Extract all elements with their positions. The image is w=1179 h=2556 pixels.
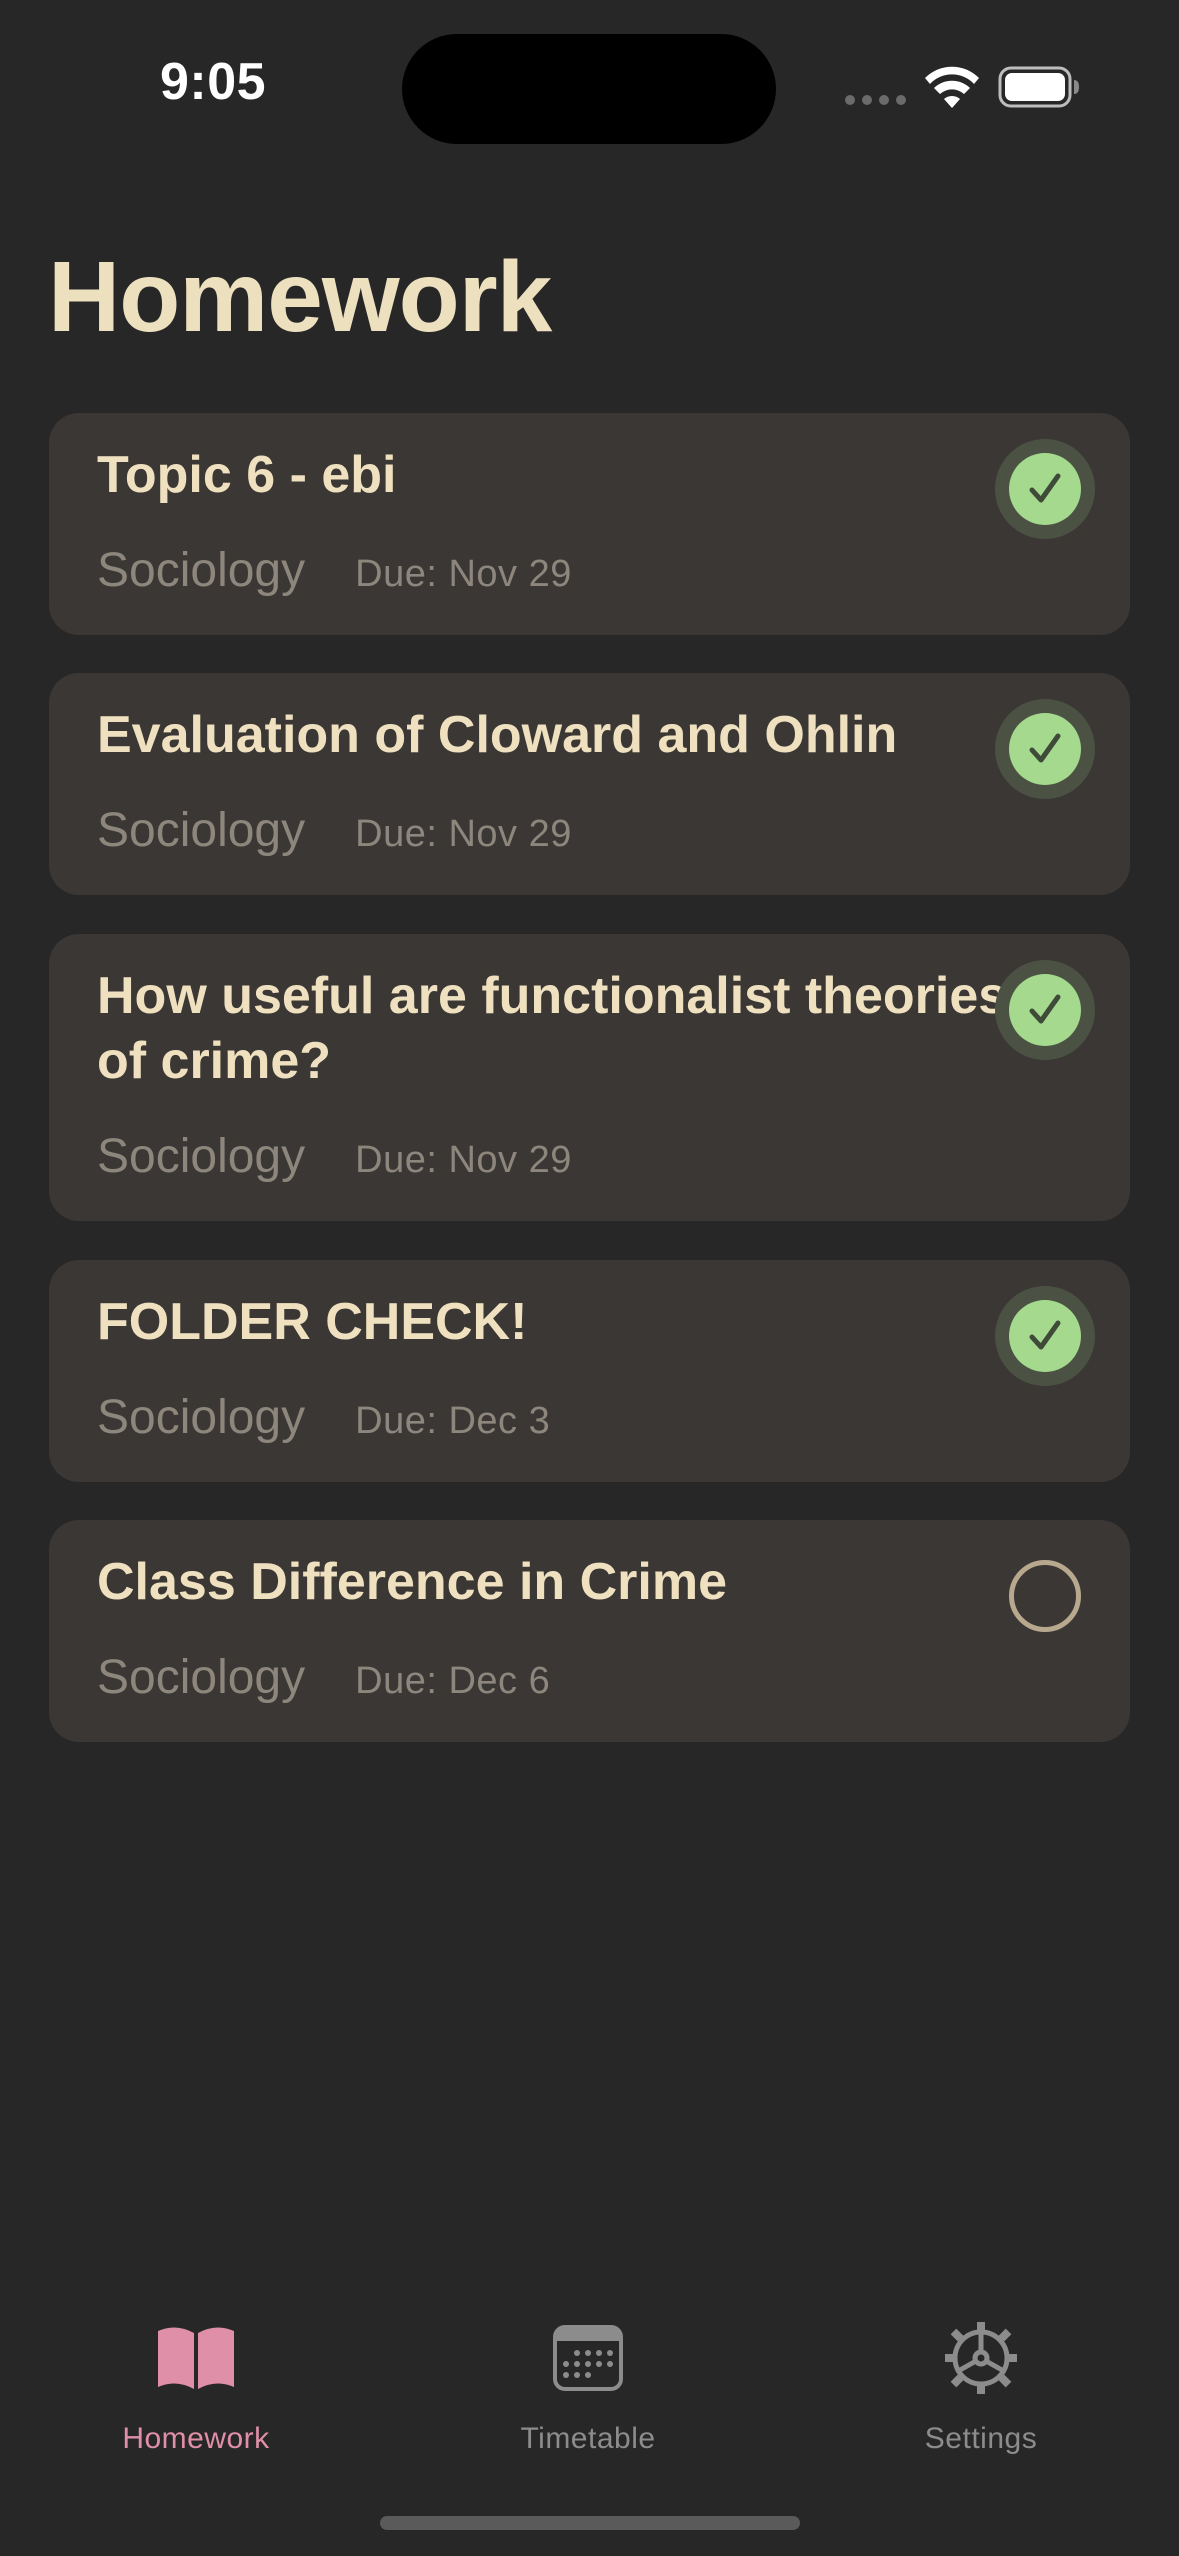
- checkmark-icon: [1009, 453, 1081, 525]
- home-indicator[interactable]: [380, 2516, 800, 2530]
- homework-title: FOLDER CHECK!: [97, 1293, 528, 1351]
- cellular-signal-icon: [845, 95, 906, 105]
- homework-subject: Sociology: [97, 544, 306, 597]
- homework-due-date: Due: Dec 6: [355, 1660, 551, 1702]
- book-icon: [153, 2320, 239, 2396]
- homework-meta: Sociology Due: Nov 29: [97, 1129, 572, 1184]
- tab-label: Settings: [924, 2422, 1038, 2455]
- completion-toggle[interactable]: [995, 699, 1095, 799]
- homework-due-date: Due: Nov 29: [355, 553, 572, 595]
- homework-card[interactable]: Topic 6 - ebi Sociology Due: Nov 29: [49, 413, 1130, 635]
- homework-subject: Sociology: [97, 1130, 306, 1183]
- checkmark-icon: [1009, 713, 1081, 785]
- homework-title: How useful are functionalist theories of…: [97, 967, 1008, 1090]
- homework-card[interactable]: FOLDER CHECK! Sociology Due: Dec 3: [49, 1260, 1130, 1482]
- homework-meta: Sociology Due: Nov 29: [97, 543, 572, 598]
- homework-title: Class Difference in Crime: [97, 1553, 728, 1611]
- tab-homework[interactable]: Homework: [76, 2320, 316, 2456]
- homework-subject: Sociology: [97, 1651, 306, 1704]
- calendar-icon: [545, 2320, 631, 2396]
- tab-label: Homework: [122, 2422, 270, 2455]
- status-time: 9:05: [160, 53, 267, 111]
- homework-card[interactable]: How useful are functionalist theories of…: [49, 934, 1130, 1221]
- homework-card[interactable]: Class Difference in Crime Sociology Due:…: [49, 1520, 1130, 1742]
- completion-toggle[interactable]: [995, 960, 1095, 1060]
- completion-toggle[interactable]: [995, 1546, 1095, 1646]
- homework-meta: Sociology Due: Nov 29: [97, 803, 572, 858]
- completion-toggle[interactable]: [995, 1286, 1095, 1386]
- homework-meta: Sociology Due: Dec 6: [97, 1650, 550, 1705]
- homework-card[interactable]: Evaluation of Cloward and Ohlin Sociolog…: [49, 673, 1130, 895]
- homework-screen: 9:05 Homework Topic 6 - ebi Sociology Du…: [0, 0, 1179, 2556]
- homework-due-date: Due: Nov 29: [355, 813, 572, 855]
- page-title: Homework: [48, 241, 552, 353]
- dynamic-island: [402, 34, 776, 144]
- tab-timetable[interactable]: Timetable: [468, 2320, 708, 2456]
- homework-subject: Sociology: [97, 804, 306, 857]
- empty-circle-icon: [1009, 1560, 1081, 1632]
- homework-subject: Sociology: [97, 1391, 306, 1444]
- homework-meta: Sociology Due: Dec 3: [97, 1390, 550, 1445]
- wifi-icon: [925, 66, 979, 108]
- tab-label: Timetable: [520, 2422, 656, 2455]
- battery-icon: [998, 66, 1079, 108]
- homework-due-date: Due: Nov 29: [355, 1139, 572, 1181]
- homework-title: Topic 6 - ebi: [97, 446, 397, 504]
- homework-due-date: Due: Dec 3: [355, 1400, 551, 1442]
- tab-settings[interactable]: Settings: [861, 2320, 1101, 2456]
- checkmark-icon: [1009, 974, 1081, 1046]
- gear-icon: [938, 2320, 1024, 2396]
- completion-toggle[interactable]: [995, 439, 1095, 539]
- checkmark-icon: [1009, 1300, 1081, 1372]
- homework-title: Evaluation of Cloward and Ohlin: [97, 706, 898, 764]
